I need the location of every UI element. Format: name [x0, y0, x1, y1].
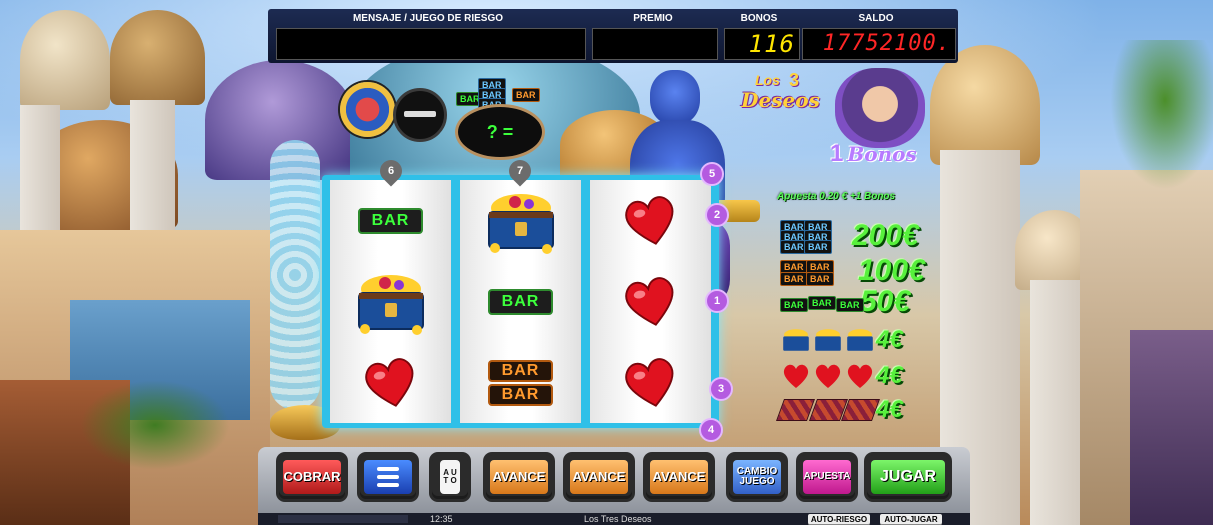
heart-icon [616, 267, 685, 336]
reel2-symbol-double-bar: BAR BAR [460, 342, 581, 423]
payout-double-bar: 100€ [858, 254, 925, 287]
bonus-slot-1 [393, 88, 447, 142]
premio-label: PREMIO [633, 13, 673, 24]
reel2-symbol-bar: BAR [460, 261, 581, 342]
bonus-character-portrait [835, 68, 925, 148]
avance-button-1[interactable]: AVANCE [486, 455, 552, 499]
payout-chest: 4€ [876, 326, 903, 353]
paytable-row-single-bar: BAR BAR BAR 50€ [780, 285, 910, 318]
reel3-symbol-heart-bottom [590, 342, 711, 423]
paytable-row-double-bar: BAR BAR BAR BAR 100€ [780, 254, 925, 287]
mini-game-display: ? = [455, 104, 545, 160]
status-field [278, 515, 408, 523]
mini-game-question: ? = [486, 121, 514, 142]
bonus-counter: 1 Bonos [830, 140, 940, 168]
paytable-row-heart: 4€ [780, 360, 903, 392]
double-bar-icon: BAR BAR BAR BAR [780, 256, 858, 286]
auto-button[interactable]: A U T O [432, 455, 468, 499]
heart-icon [356, 348, 425, 417]
palm-right [1110, 40, 1213, 190]
reel1-symbol-heart [330, 342, 451, 423]
avance-button-3[interactable]: AVANCE [646, 455, 712, 499]
triple-chest-icon [780, 326, 876, 354]
wall-right-dark [1130, 330, 1213, 525]
dome-right [930, 45, 1040, 165]
dome-left-large [110, 10, 205, 105]
palm-left [80, 380, 230, 470]
reel3-symbol-heart-top [590, 180, 711, 261]
cambio-juego-button[interactable]: CAMBIO JUEGO [729, 455, 785, 499]
game-name: Los Tres Deseos [584, 514, 652, 524]
tower-left-2 [130, 100, 175, 230]
reel1-symbol-chest [330, 261, 451, 342]
triple-heart-icon [780, 361, 876, 391]
bonus-wheel [340, 82, 395, 137]
line-marker-3: 3 [709, 377, 733, 401]
bonus-count-label: Bonos [847, 142, 917, 166]
payout-carpet: 4€ [876, 396, 903, 423]
apuesta-button[interactable]: APUESTA [799, 455, 855, 499]
game-logo: Los 3 Deseos [733, 70, 828, 114]
treasure-chest-icon [487, 193, 554, 254]
treasure-chest-icon [357, 274, 424, 335]
cobrar-button[interactable]: COBRAR [279, 455, 345, 499]
bonos-display: 116 [724, 28, 800, 60]
logo-los: Los [755, 72, 780, 88]
mensaje-display [276, 28, 586, 60]
reel2-symbol-chest [460, 180, 581, 261]
reel3-symbol-heart-mid [590, 261, 711, 342]
payout-triple-bar: 200€ [852, 219, 919, 252]
jugar-button[interactable]: JUGAR [867, 455, 949, 499]
mensaje-label: MENSAJE / JUEGO DE RIESGO [352, 13, 504, 24]
auto-riesgo-button[interactable]: AUTO-RIESGO [808, 514, 870, 525]
auto-jugar-button[interactable]: AUTO-JUGAR [880, 514, 942, 525]
paytable-row-triple-bar: BAR BAR BAR BAR BAR BAR 200€ [780, 219, 919, 254]
clock: 12:35 [430, 514, 453, 524]
heart-icon [616, 186, 685, 255]
saldo-label: SALDO [858, 13, 894, 24]
single-bar-icon: BAR BAR BAR [780, 288, 870, 316]
dome-left-top [20, 10, 110, 110]
logo-deseos: Deseos [741, 88, 820, 112]
hamburger-icon [364, 460, 412, 494]
paytable-row-carpet: 4€ [775, 394, 903, 426]
bonos-label: BONOS [740, 13, 778, 24]
paytable-row-chest: 4€ [780, 324, 903, 356]
menu-button[interactable] [360, 455, 416, 499]
heart-icon [616, 348, 685, 417]
paytable-title: Apuesta 0.20 € +1 Bonos [777, 191, 896, 202]
payout-heart: 4€ [876, 362, 903, 389]
smoke-swirl [270, 140, 320, 410]
avance-button-2[interactable]: AVANCE [566, 455, 632, 499]
saldo-display: 17752100. [802, 28, 956, 60]
triple-carpet-icon [775, 399, 881, 421]
triple-bar-icon: BAR BAR BAR BAR BAR BAR [780, 220, 852, 254]
premio-display [592, 28, 718, 60]
reel1-symbol-bar: BAR [330, 180, 451, 261]
bonus-count: 1 [830, 140, 844, 167]
top-info-bar: MENSAJE / JUEGO DE RIESGO PREMIO BONOS 1… [268, 9, 958, 63]
